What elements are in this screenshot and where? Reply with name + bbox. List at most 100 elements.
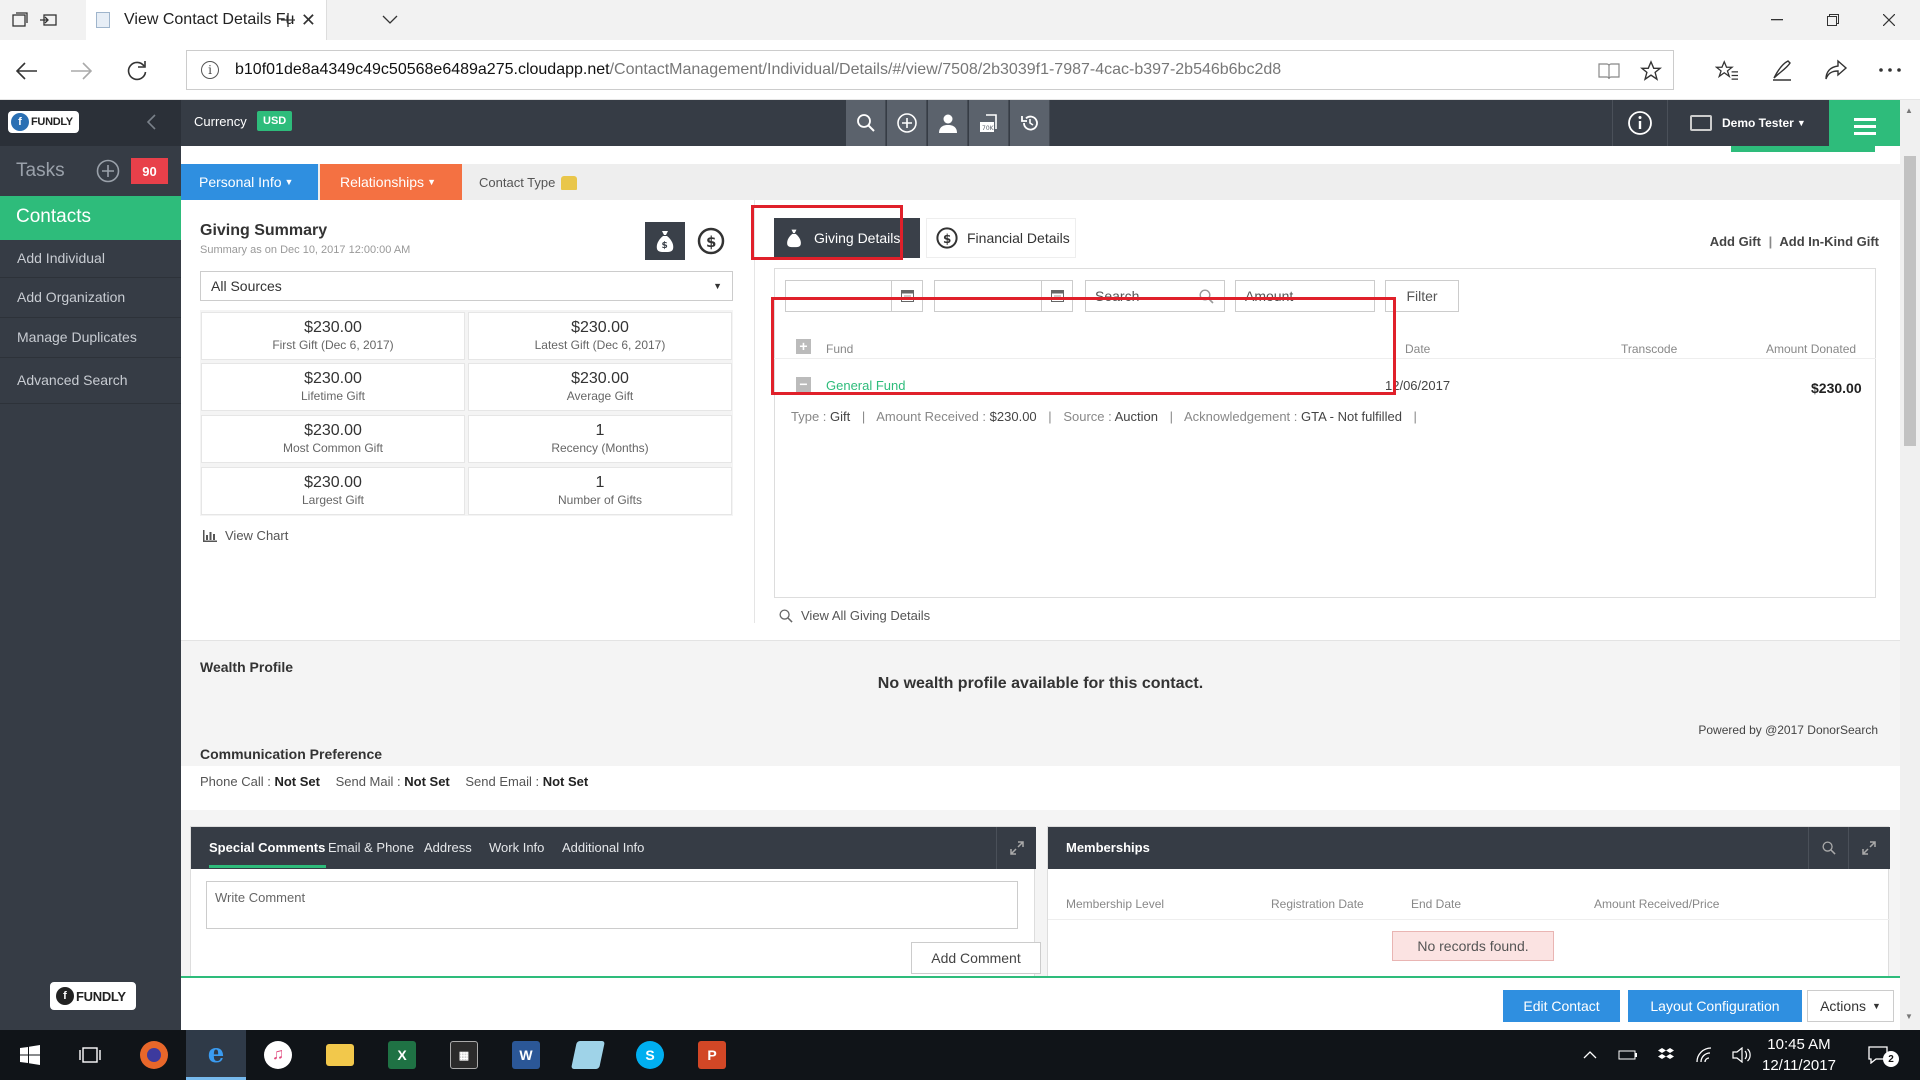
sidebar-item-contacts[interactable]: Contacts [0,196,181,240]
wifi-icon[interactable] [1692,1043,1716,1067]
edit-contact-button[interactable]: Edit Contact [1503,990,1620,1022]
sidebar-item-manage-duplicates[interactable]: Manage Duplicates [0,318,181,358]
tab-additional-info[interactable]: Additional Info [562,840,644,855]
powerpoint-icon[interactable]: P [682,1030,742,1080]
back-icon[interactable] [12,56,42,86]
gift-amount: $230.00 [1811,380,1862,396]
search-tool-icon[interactable] [846,100,886,146]
view-all-giving-link[interactable]: View All Giving Details [779,608,930,623]
sidebar-item-add-individual[interactable]: Add Individual [0,240,181,278]
collapse-sidebar-icon[interactable] [146,114,156,130]
notes-app-icon[interactable] [558,1030,618,1080]
sources-select[interactable]: All Sources ▼ [200,271,733,301]
tasks-label[interactable]: Tasks [16,160,65,182]
refresh-icon[interactable] [122,56,152,86]
wealth-profile-title: Wealth Profile [200,659,294,675]
taskbar-clock[interactable]: 10:45 AM 12/11/2017 [1762,1034,1836,1076]
site-info-icon[interactable]: i [201,61,219,79]
add-task-icon[interactable] [96,159,120,183]
import-tool-icon[interactable]: 70K [969,100,1009,146]
tab-work-info[interactable]: Work Info [489,840,544,855]
set-aside-tabs-icon[interactable] [36,8,60,32]
tab-address[interactable]: Address [424,840,472,855]
personal-info-button[interactable]: Personal Info ▼ [181,164,318,200]
sidebar-item-advanced-search[interactable]: Advanced Search [0,358,181,404]
file-explorer-icon[interactable] [310,1030,370,1080]
fundly-logo[interactable]: f FUNDLY [8,111,79,133]
tab-special-comments[interactable]: Special Comments [209,840,325,855]
minimize-icon[interactable] [1762,8,1792,32]
sidebar-item-add-organization[interactable]: Add Organization [0,278,181,318]
highlight-gift-row [771,297,1396,395]
scroll-up-icon[interactable]: ▲ [1905,106,1913,115]
edge-icon[interactable]: e [186,1030,246,1080]
url-field[interactable]: i b10f01de8a4349c49c50568e6489a275.cloud… [186,50,1674,90]
excel-icon[interactable]: X [372,1030,432,1080]
scroll-down-icon[interactable]: ▼ [1905,1012,1913,1021]
forward-icon[interactable] [66,56,96,86]
user-menu-caret-icon: ▼ [1796,118,1806,128]
itunes-icon[interactable]: ♫ [248,1030,308,1080]
battery-icon[interactable] [1616,1043,1640,1067]
user-menu[interactable]: Demo Tester ▼ [1690,100,1806,146]
skype-icon[interactable]: S [620,1030,680,1080]
caret-down-icon: ▼ [1872,1001,1881,1011]
close-tab-icon[interactable]: ✕ [301,10,316,31]
show-hidden-icons-chevron-icon[interactable] [1578,1043,1602,1067]
tab-manager-icon[interactable] [8,8,32,32]
scroll-thumb[interactable] [1904,156,1916,446]
sidebar-fundly-logo: f FUNDLY [50,982,136,1010]
user-name: Demo Tester [1722,116,1794,130]
add-gift-link[interactable]: Add Gift [1710,234,1761,249]
memberships-title: Memberships [1066,840,1150,855]
web-notes-icon[interactable] [1768,56,1796,84]
volume-icon[interactable] [1730,1043,1754,1067]
calculator-icon[interactable]: ▦ [434,1030,494,1080]
expand-icon[interactable] [1848,827,1888,869]
more-menu-icon[interactable] [1876,56,1904,84]
favorite-star-icon[interactable] [1639,59,1663,83]
info-icon[interactable] [1612,100,1668,146]
start-icon[interactable] [0,1030,60,1080]
currency-badge[interactable]: USD [257,111,293,131]
view-chart-link[interactable]: View Chart [203,528,288,543]
layout-configuration-button[interactable]: Layout Configuration [1628,990,1802,1022]
expand-icon[interactable] [996,827,1036,869]
sources-select-value: All Sources [211,278,282,294]
history-tool-icon[interactable] [1010,100,1050,146]
share-icon[interactable] [1822,56,1850,84]
wealth-powered-by: Powered by @2017 DonorSearch [1698,723,1878,737]
column-membership-level: Membership Level [1066,897,1165,911]
contact-type[interactable]: Contact Type [479,175,578,190]
tab-list-chevron-icon[interactable] [378,8,402,32]
money-bag-icon[interactable]: $ [645,222,685,260]
close-window-icon[interactable] [1874,8,1904,32]
word-icon[interactable]: W [496,1030,556,1080]
tab-financial-details[interactable]: $ Financial Details [926,218,1076,258]
restore-icon[interactable] [1818,8,1848,32]
filter-button[interactable]: Filter [1385,280,1459,312]
person-tool-icon[interactable] [928,100,968,146]
dollar-circle-icon[interactable]: $ [696,226,726,256]
add-tool-icon[interactable] [887,100,927,146]
reading-view-icon[interactable] [1597,59,1621,83]
logo-text: FUNDLY [76,988,126,1004]
search-icon[interactable] [1808,827,1848,869]
firefox-icon[interactable] [124,1030,184,1080]
view-chart-label: View Chart [225,528,289,543]
comment-textarea[interactable]: Write Comment [206,881,1018,929]
hamburger-menu-icon[interactable] [1829,100,1900,152]
tab-email-phone[interactable]: Email & Phone [328,840,414,855]
favorites-hub-icon[interactable] [1713,56,1741,84]
task-view-icon[interactable] [60,1030,120,1080]
dropbox-icon[interactable] [1654,1043,1678,1067]
app-top-bar: f FUNDLY Currency USD 70K Demo Tester ▼ [0,100,1900,152]
add-comment-button[interactable]: Add Comment [911,942,1041,974]
tasks-count-badge[interactable]: 90 [131,158,168,184]
actions-dropdown[interactable]: Actions ▼ [1807,990,1894,1022]
new-tab-icon[interactable] [276,8,300,32]
add-inkind-gift-link[interactable]: Add In-Kind Gift [1779,234,1879,249]
relationships-button[interactable]: Relationships ▼ [320,164,462,200]
stat-number-of-gifts: 1 Number of Gifts [468,467,732,515]
page-scrollbar[interactable]: ▲ ▼ [1900,100,1920,1030]
